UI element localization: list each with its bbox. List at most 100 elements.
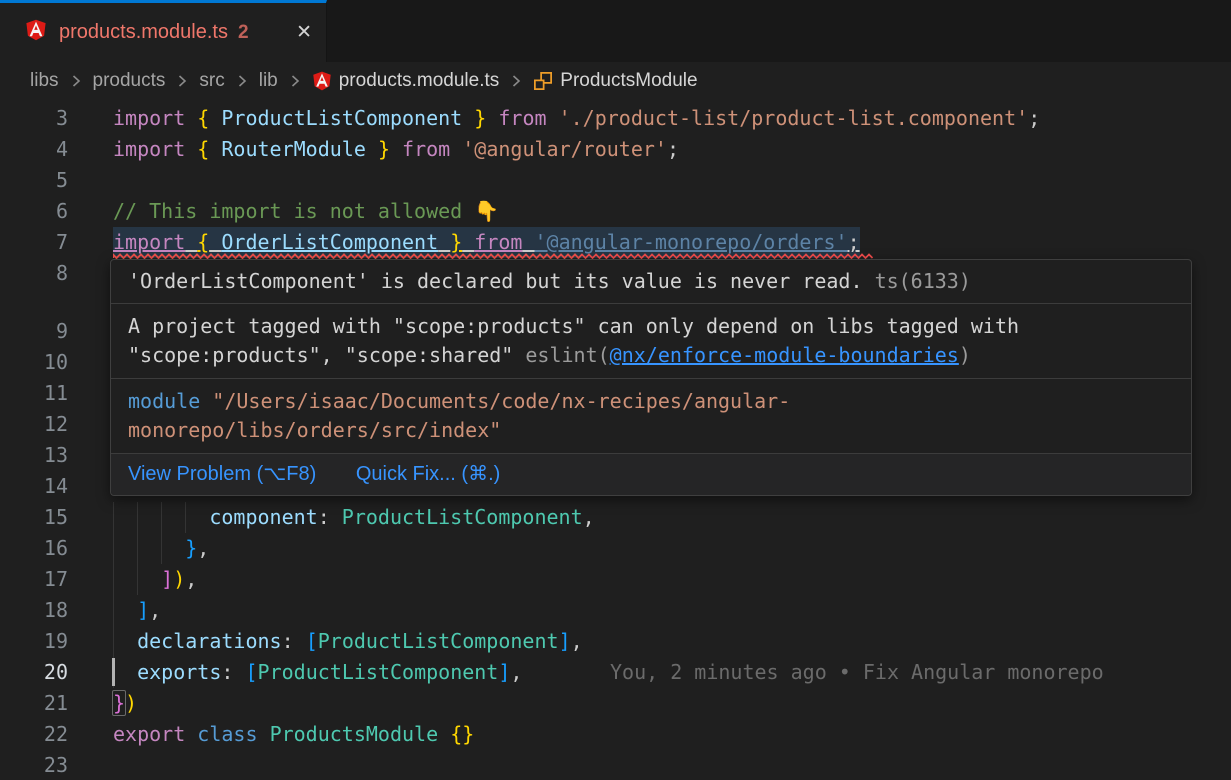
line-number[interactable]: 3 [0, 103, 68, 134]
angular-icon [312, 71, 332, 91]
code-line-17[interactable]: 17 ]), [0, 564, 1231, 595]
token: ] [161, 567, 173, 591]
token: ] [137, 598, 149, 622]
line-number[interactable]: 13 [0, 440, 68, 471]
indent-guide [113, 502, 114, 533]
eslint-rule-link[interactable]: @nx/enforce-module-boundaries [610, 343, 959, 367]
code-line-23[interactable]: 23 [0, 750, 1231, 780]
code-line-5[interactable]: 5 [0, 165, 1231, 196]
code-line-7[interactable]: 7import { OrderListComponent } from '@an… [0, 227, 1231, 258]
eslint-message-line2: "scope:products", "scope:shared" [128, 343, 525, 367]
line-number[interactable]: 4 [0, 134, 68, 165]
token [522, 230, 534, 254]
quick-fix-button[interactable]: Quick Fix... (⌘.) [356, 463, 500, 485]
breadcrumb-item-products[interactable]: products [93, 70, 166, 92]
line-number[interactable]: 15 [0, 502, 68, 533]
line-number[interactable]: 17 [0, 564, 68, 595]
line-number[interactable]: 23 [0, 750, 68, 780]
token: { [197, 230, 209, 254]
token: RouterModule [221, 137, 366, 161]
token [233, 660, 245, 684]
token [438, 230, 450, 254]
token: ] [559, 629, 571, 653]
code-line-20[interactable]: 20 exports: [ProductListComponent], You, … [0, 657, 1231, 688]
token: 👇 [474, 199, 499, 223]
code-line-21[interactable]: 21}) [0, 688, 1231, 719]
token [450, 137, 462, 161]
line-number[interactable]: 19 [0, 626, 68, 657]
line-number[interactable]: 22 [0, 719, 68, 750]
line-content: import { RouterModule } from '@angular/r… [113, 134, 679, 165]
token: from [402, 137, 450, 161]
line-number[interactable]: 20 [0, 657, 68, 688]
line-content: exports: [ProductListComponent], [113, 657, 522, 688]
code-line-22[interactable]: 22 export class ProductsModule {} [0, 719, 1231, 750]
breadcrumb-item-src[interactable]: src [199, 70, 224, 92]
token: { [197, 106, 209, 130]
code-line-3[interactable]: 3import { ProductListComponent } from '.… [0, 103, 1231, 134]
token [462, 230, 474, 254]
code-line-18[interactable]: 18 ], [0, 595, 1231, 626]
token: , [197, 536, 209, 560]
token: } [450, 230, 462, 254]
line-content: }, [113, 533, 209, 564]
token: , [571, 629, 583, 653]
line-number[interactable]: 8 [0, 258, 68, 289]
token [185, 106, 197, 130]
line-number[interactable]: 14 [0, 471, 68, 502]
breadcrumb: libs products src lib products.module.ts Prod… [0, 62, 1231, 100]
tab-bar: products.module.ts 2 ✕ [0, 0, 1231, 62]
code-line-16[interactable]: 16 }, [0, 533, 1231, 564]
breadcrumb-item-libs[interactable]: libs [30, 70, 59, 92]
line-content: export class ProductsModule {} [113, 719, 474, 750]
line-number[interactable]: 12 [0, 409, 68, 440]
breadcrumb-item-products-module-ts[interactable]: products.module.ts [312, 70, 500, 92]
token: : [221, 660, 233, 684]
code-line-4[interactable]: 4 import { RouterModule } from '@angular/… [0, 134, 1231, 165]
line-number[interactable]: 7 [0, 227, 68, 258]
token [209, 137, 221, 161]
view-problem-button[interactable]: View Problem (⌥F8) [128, 463, 316, 485]
breadcrumb-item-lib[interactable]: lib [259, 70, 278, 92]
line-number[interactable]: 9 [0, 316, 68, 347]
line-number[interactable]: 18 [0, 595, 68, 626]
token: ) [173, 567, 185, 591]
tab-products-module[interactable]: products.module.ts 2 ✕ [0, 0, 327, 62]
line-content: }) [113, 688, 137, 719]
token: ProductListComponent [258, 660, 499, 684]
breadcrumb-item-productsmodule[interactable]: ProductsModule [533, 70, 697, 92]
token: } [113, 691, 125, 715]
line-number[interactable]: 10 [0, 347, 68, 378]
line-number[interactable]: 5 [0, 165, 68, 196]
token [209, 230, 221, 254]
token: } [185, 536, 197, 560]
code-line-6[interactable]: 6 // This import is not allowed 👇 [0, 196, 1231, 227]
line-content: ], [113, 595, 161, 626]
line-number[interactable]: 16 [0, 533, 68, 564]
token [113, 598, 137, 622]
token: [ [245, 660, 257, 684]
eslint-source-prefix: eslint( [525, 343, 609, 367]
token: ProductListComponent [221, 106, 462, 130]
close-icon[interactable]: ✕ [296, 23, 312, 42]
token: from [498, 106, 546, 130]
indent-guide [161, 502, 162, 533]
git-blame-annotation: You, 2 minutes ago • Fix Angular monorep… [610, 657, 1104, 688]
tab-label: products.module.ts [59, 21, 228, 44]
chevron-right-icon [234, 73, 250, 89]
module-specifier-link[interactable]: '@angular-monorepo/orders' [535, 230, 848, 254]
code-line-15[interactable]: 15 component: ProductListComponent, [0, 502, 1231, 533]
token: ] [498, 660, 510, 684]
line-number[interactable]: 21 [0, 688, 68, 719]
line-number[interactable]: 6 [0, 196, 68, 227]
token: class [197, 722, 257, 746]
line-content: // This import is not allowed 👇 [113, 196, 499, 227]
code-line-19[interactable]: 19 declarations: [ProductListComponent], [0, 626, 1231, 657]
token [390, 137, 402, 161]
chevron-right-icon [68, 73, 84, 89]
token: exports [137, 660, 221, 684]
line-number[interactable]: 11 [0, 378, 68, 409]
token: , [510, 660, 522, 684]
token: { [197, 137, 209, 161]
token [330, 505, 342, 529]
